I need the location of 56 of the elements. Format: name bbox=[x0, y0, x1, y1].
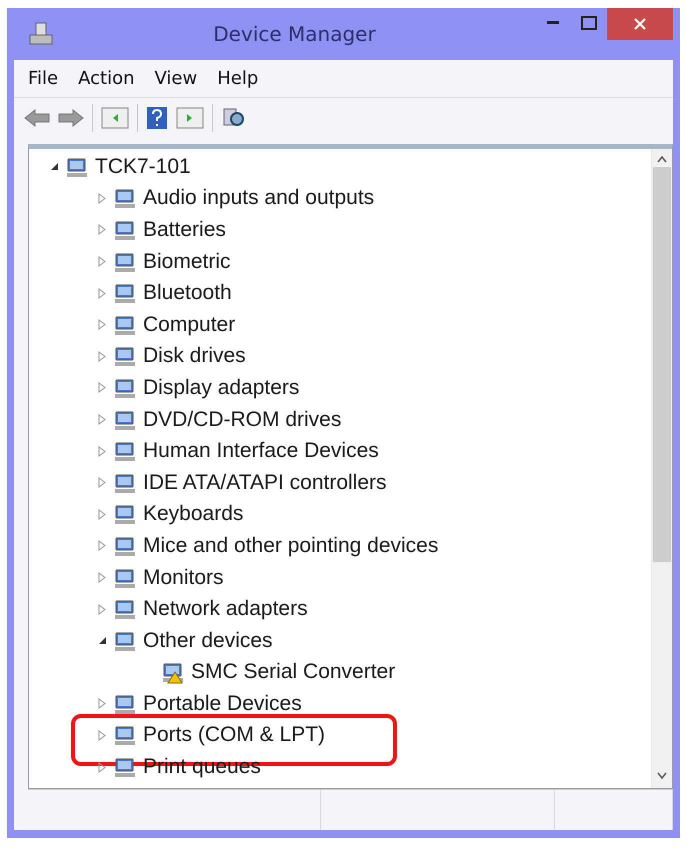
expand-arrow-icon[interactable] bbox=[98, 698, 106, 710]
tree-item[interactable]: Display adapters bbox=[143, 376, 300, 400]
collapse-arrow-icon[interactable] bbox=[98, 636, 106, 646]
tree-item[interactable]: SMC Serial Converter bbox=[191, 660, 396, 684]
expand-arrow-icon[interactable] bbox=[98, 477, 106, 488]
expand-arrow-icon[interactable] bbox=[98, 382, 106, 394]
expand-arrow-icon[interactable] bbox=[98, 288, 106, 299]
expand-arrow-icon[interactable] bbox=[98, 350, 106, 362]
expand-arrow-icon[interactable] bbox=[98, 604, 106, 615]
expand-arrow-icon[interactable] bbox=[98, 762, 106, 773]
scroll-down-icon[interactable] bbox=[657, 772, 667, 780]
tree-item[interactable]: TCK7-101 bbox=[95, 154, 191, 179]
expand-arrow-icon[interactable] bbox=[98, 192, 106, 204]
window-title: Device Manager bbox=[212, 22, 377, 46]
expand-arrow-icon[interactable] bbox=[98, 446, 106, 457]
tree-item[interactable]: Keyboards bbox=[143, 502, 244, 526]
menu-item[interactable]: View bbox=[146, 66, 206, 91]
expand-arrow-icon[interactable] bbox=[98, 508, 106, 520]
expand-arrow-icon[interactable] bbox=[98, 572, 106, 584]
expand-arrow-icon[interactable] bbox=[98, 224, 106, 236]
close-button[interactable] bbox=[607, 8, 673, 40]
maximize-icon bbox=[581, 16, 597, 30]
close-icon bbox=[633, 17, 647, 31]
collapse-arrow-icon[interactable] bbox=[50, 162, 58, 172]
help-icon[interactable] bbox=[146, 106, 168, 130]
tree-item[interactable]: Portable Devices bbox=[143, 692, 302, 716]
tree-item[interactable]: Mice and other pointing devices bbox=[143, 534, 438, 558]
menu-item[interactable]: File bbox=[20, 66, 66, 91]
tree-item[interactable]: Audio inputs and outputs bbox=[143, 186, 374, 210]
tree-item[interactable]: Bluetooth bbox=[143, 281, 232, 306]
tree-item[interactable]: Computer bbox=[143, 312, 236, 337]
tree-item[interactable]: IDE ATA/ATAPI controllers bbox=[143, 470, 387, 495]
panel-icon[interactable] bbox=[101, 107, 129, 129]
tree-item[interactable]: Biometric bbox=[143, 250, 231, 274]
back-icon[interactable] bbox=[24, 108, 50, 128]
expand-arrow-icon[interactable] bbox=[98, 414, 106, 426]
menu-item[interactable]: Action bbox=[70, 66, 142, 91]
scroll-up-icon[interactable] bbox=[657, 155, 667, 163]
expand-arrow-icon[interactable] bbox=[98, 256, 106, 268]
expand-arrow-icon[interactable] bbox=[98, 540, 106, 552]
expand-arrow-icon[interactable] bbox=[98, 730, 106, 741]
expand-arrow-icon[interactable] bbox=[98, 319, 106, 330]
panel-icon[interactable] bbox=[176, 107, 204, 129]
tree-item[interactable]: Batteries bbox=[143, 218, 226, 242]
minimize-icon bbox=[547, 21, 559, 25]
tree-item[interactable]: DVD/CD-ROM drives bbox=[143, 408, 342, 432]
tree-item[interactable]: Monitors bbox=[143, 566, 224, 590]
tree-item[interactable]: Ports (COM & LPT) bbox=[143, 723, 326, 748]
tree-item[interactable]: Disk drives bbox=[143, 344, 246, 368]
app-icon bbox=[28, 21, 54, 47]
tree-item[interactable]: Other devices bbox=[143, 628, 273, 653]
forward-icon[interactable] bbox=[58, 108, 84, 128]
tree-item[interactable]: Network adapters bbox=[143, 597, 308, 622]
menu-item[interactable]: Help bbox=[209, 66, 266, 91]
scrollbar[interactable] bbox=[651, 149, 672, 788]
tree-item[interactable]: Human Interface Devices bbox=[143, 439, 379, 464]
